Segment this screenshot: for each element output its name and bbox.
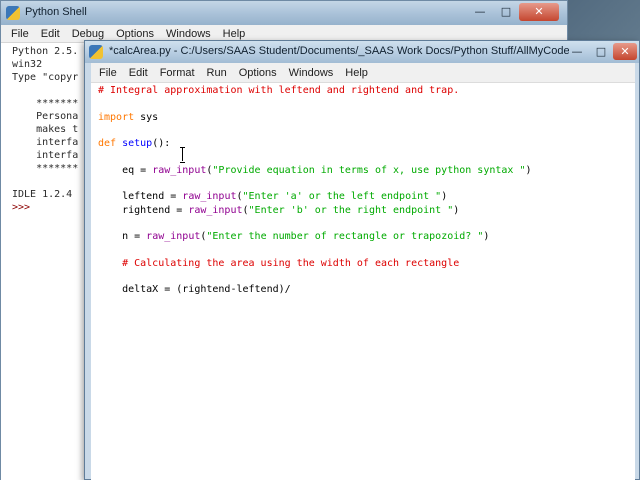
editor-window-title: *calcArea.py - C:/Users/SAAS Student/Doc… [109, 45, 569, 57]
shell-menu-file[interactable]: File [5, 25, 35, 42]
code-token-string: "Enter the number of rectangle or trapoz… [206, 231, 484, 243]
code-token-plain: leftend = [98, 191, 183, 203]
text-cursor-icon [179, 147, 186, 163]
editor-menu-file[interactable]: File [93, 63, 123, 82]
code-token-comment: # Integral approximation with leftend an… [98, 85, 460, 96]
code-line: n = raw_input("Enter the number of recta… [98, 230, 635, 243]
code-token-plain: ) [483, 231, 490, 243]
editor-minimize-button[interactable]: — [565, 43, 589, 60]
editor-close-button[interactable]: ✕ [613, 43, 637, 60]
code-token-keyword: def [98, 138, 117, 150]
editor-titlebar[interactable]: *calcArea.py - C:/Users/SAAS Student/Doc… [85, 41, 639, 63]
shell-minimize-button[interactable]: — [467, 3, 493, 21]
code-token-comment: # Calculating the area using the width o… [98, 257, 460, 269]
editor-maximize-button[interactable]: □ [589, 43, 613, 60]
editor-window[interactable]: *calcArea.py - C:/Users/SAAS Student/Doc… [84, 40, 640, 480]
code-line: leftend = raw_input("Enter 'a' or the le… [98, 190, 635, 203]
code-line: eq = raw_input("Provide equation in term… [98, 164, 635, 177]
shell-maximize-button[interactable]: □ [493, 3, 519, 21]
code-token-string: "Provide equation in terms of x, use pyt… [212, 164, 526, 176]
code-line: import sys [98, 111, 635, 124]
editor-menu-format[interactable]: Format [154, 63, 201, 82]
code-line: deltaX = (rightend-leftend)/ [98, 283, 635, 296]
shell-window-title: Python Shell [25, 6, 87, 18]
code-token-plain: ) [453, 204, 460, 216]
editor-menu-edit[interactable]: Edit [123, 63, 154, 82]
code-token-plain: eq = [98, 164, 153, 176]
shell-titlebar[interactable]: Python Shell — □ ✕ [1, 1, 567, 25]
code-token-plain: n = [98, 231, 147, 243]
python-icon [89, 45, 103, 59]
code-token-plain: sys [134, 111, 159, 123]
code-token-builtin: raw_input [188, 204, 243, 216]
editor-menu-run[interactable]: Run [201, 63, 233, 82]
code-token-string: "Enter 'a' or the left endpoint " [242, 191, 442, 203]
editor-menu-help[interactable]: Help [339, 63, 374, 82]
python-icon [6, 6, 20, 20]
code-token-builtin: raw_input [182, 191, 237, 203]
code-line: rightend = raw_input("Enter 'b' or the r… [98, 204, 635, 217]
code-token-def: setup [122, 138, 153, 150]
shell-menu-edit[interactable]: Edit [35, 25, 66, 42]
code-token-keyword: import [98, 111, 135, 123]
code-line: # Calculating the area using the width o… [98, 257, 635, 270]
code-token-string: "Enter 'b' or the right endpoint " [248, 204, 454, 216]
code-token-builtin: raw_input [152, 164, 207, 176]
editor-menu-windows[interactable]: Windows [283, 63, 340, 82]
code-line: # Integral approximation with leftend an… [98, 84, 635, 97]
code-token-plain: ) [525, 164, 532, 176]
code-token-plain: rightend = [98, 204, 189, 216]
code-token-builtin: raw_input [146, 231, 201, 243]
code-token-plain: (): [152, 138, 171, 150]
editor-menubar: File Edit Format Run Options Windows Help [91, 63, 635, 83]
code-token-plain: deltaX = (rightend-leftend)/ [98, 284, 291, 296]
editor-menu-options[interactable]: Options [233, 63, 283, 82]
code-editor-area[interactable]: # Integral approximation with leftend an… [91, 83, 635, 480]
code-token-plain: ) [441, 191, 448, 203]
shell-close-button[interactable]: ✕ [519, 3, 559, 21]
